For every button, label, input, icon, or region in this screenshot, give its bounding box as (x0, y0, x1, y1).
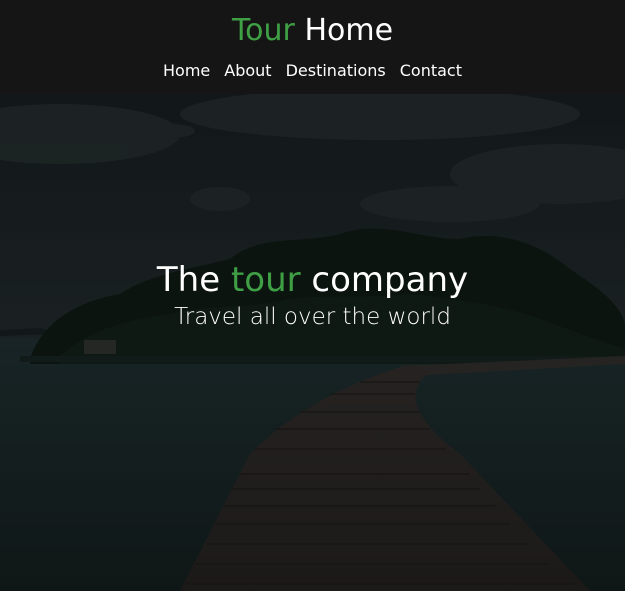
hero-text: The tour company Travel all over the wor… (0, 258, 625, 332)
site-header: Tour Home Home About Destinations Contac… (0, 0, 625, 94)
hero-subtitle: Travel all over the world (174, 304, 451, 330)
nav-destinations-link[interactable]: Destinations (286, 60, 386, 82)
page: Tour Home Home About Destinations Contac… (0, 0, 625, 591)
nav-home-link[interactable]: Home (163, 60, 210, 82)
nav-contact-link[interactable]: Contact (400, 60, 462, 82)
brand-name: Home (304, 13, 394, 48)
hero-section: The tour company Travel all over the wor… (0, 94, 625, 591)
hero-title-end: company (311, 260, 469, 300)
brand-accent: Tour (231, 13, 295, 48)
hero-title-start: The (156, 260, 221, 300)
hero-title-accent: tour (230, 260, 301, 300)
hero-title: The tour company (0, 258, 625, 302)
brand-logo[interactable]: Tour Home (0, 12, 625, 50)
hero-background-image (0, 94, 625, 591)
nav-about-link[interactable]: About (224, 60, 271, 82)
main-nav: Home About Destinations Contact (0, 60, 625, 82)
